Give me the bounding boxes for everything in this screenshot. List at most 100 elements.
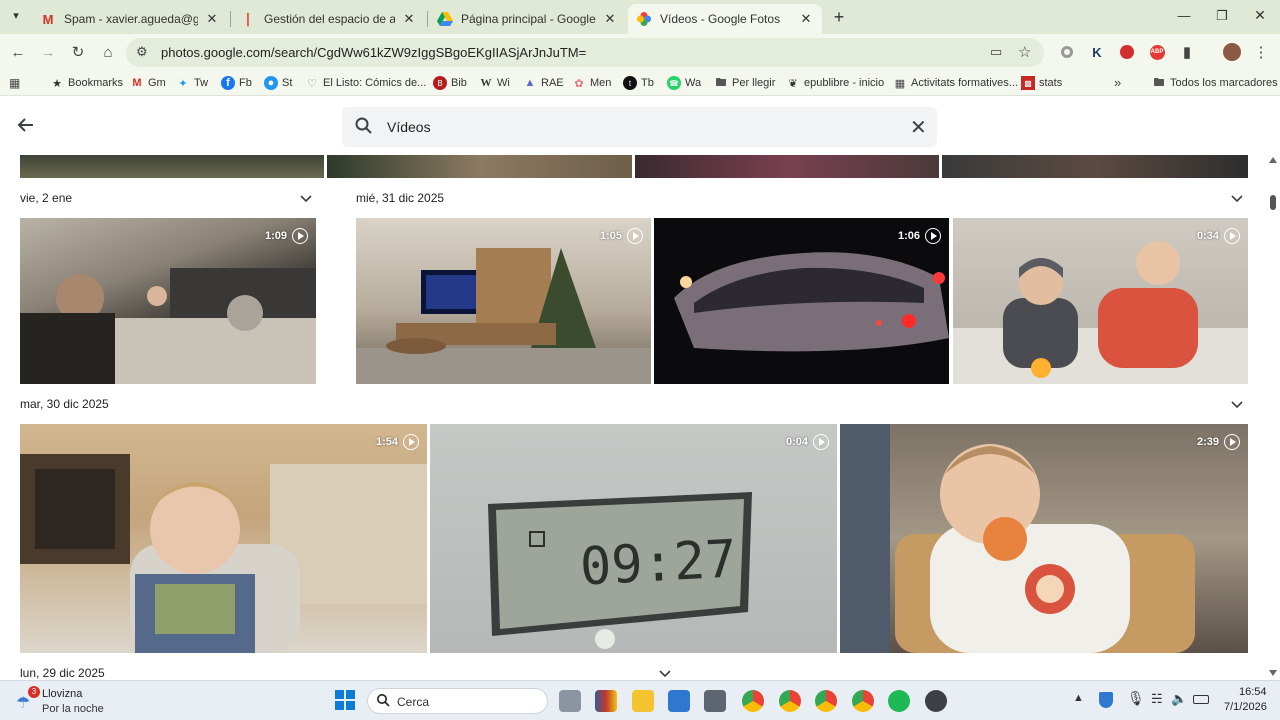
bookmark-item[interactable]: ✿ Men bbox=[572, 76, 611, 90]
weather-subtitle: Por la noche bbox=[42, 703, 104, 715]
chrome-active-icon[interactable] bbox=[779, 690, 801, 712]
chrome-profile-2-icon[interactable] bbox=[852, 690, 874, 712]
search-input[interactable]: Vídeos bbox=[387, 119, 431, 135]
video-thumbnail[interactable]: 0:34 bbox=[953, 218, 1248, 384]
page-scrollbar[interactable] bbox=[1266, 155, 1280, 680]
chevron-down-icon[interactable] bbox=[1230, 398, 1244, 412]
apps-grid-icon[interactable]: ▦ bbox=[9, 76, 20, 90]
bookmark-item[interactable]: ★ Bookmarks bbox=[50, 76, 123, 90]
library-app-icon[interactable] bbox=[595, 690, 617, 712]
bookmark-item[interactable]: ● St bbox=[264, 76, 292, 90]
restore-button[interactable]: ❐ bbox=[1214, 8, 1230, 24]
bookmark-item[interactable]: t Tb bbox=[623, 76, 654, 90]
extension-red-icon[interactable] bbox=[1117, 42, 1137, 62]
app-cd-icon[interactable] bbox=[704, 690, 726, 712]
close-icon[interactable]: ✕ bbox=[602, 11, 618, 27]
video-thumbnail[interactable]: 1:54 bbox=[20, 424, 427, 653]
chrome-profile-icon[interactable] bbox=[815, 690, 837, 712]
start-button[interactable] bbox=[335, 690, 355, 710]
store-icon[interactable] bbox=[668, 690, 690, 712]
back-arrow-button[interactable] bbox=[16, 115, 36, 140]
scroll-up-arrow-icon[interactable] bbox=[1269, 157, 1277, 163]
all-bookmarks-folder[interactable]: 🖿 Todos los marcadores bbox=[1152, 76, 1278, 90]
video-thumbnail[interactable]: 2:39 bbox=[840, 424, 1248, 653]
chevron-down-icon[interactable] bbox=[658, 667, 672, 681]
tab-google-drive[interactable]: Página principal - Google Drive ✕ bbox=[429, 4, 626, 34]
minimize-button[interactable]: — bbox=[1176, 8, 1192, 23]
chevron-down-icon[interactable] bbox=[299, 192, 313, 206]
extensions-puzzle-icon[interactable]: ▮ bbox=[1177, 42, 1197, 62]
new-tab-button[interactable]: + bbox=[830, 7, 848, 27]
video-thumbnail[interactable] bbox=[327, 155, 632, 178]
extension-circle-icon[interactable] bbox=[1057, 42, 1077, 62]
photos-search-bar[interactable]: Vídeos ✕ bbox=[342, 107, 937, 147]
show-hidden-icons-chevron-icon[interactable]: ▲ bbox=[1073, 692, 1084, 704]
gmail-icon: M bbox=[132, 77, 142, 89]
close-icon[interactable]: ✕ bbox=[798, 11, 814, 27]
video-thumbnail[interactable] bbox=[942, 155, 1248, 178]
battery-icon[interactable] bbox=[1193, 695, 1209, 704]
bookmark-item[interactable]: ✦ Tw bbox=[176, 76, 208, 90]
gmail-icon: M bbox=[42, 11, 54, 27]
reload-button[interactable]: ↻ bbox=[68, 42, 88, 62]
video-thumbnail[interactable] bbox=[635, 155, 939, 178]
app-dark-icon[interactable] bbox=[925, 690, 947, 712]
chrome-icon[interactable] bbox=[742, 690, 764, 712]
bookmark-item[interactable]: ❦ epublibre - inicio bbox=[786, 76, 884, 90]
video-thumbnail[interactable]: 1:09 bbox=[20, 218, 316, 384]
chevron-down-icon[interactable] bbox=[1230, 192, 1244, 206]
date-group-label: mar, 30 dic 2025 bbox=[20, 397, 109, 411]
bookmark-item[interactable]: ♡ El Listo: Cómics de... bbox=[305, 76, 426, 90]
security-shield-icon[interactable] bbox=[1099, 692, 1113, 708]
more-bookmarks-chevron-icon[interactable]: » bbox=[1114, 75, 1121, 90]
bookmark-item[interactable]: M Gm bbox=[130, 76, 165, 90]
tab-google-one[interactable]: ❘ Gestión del espacio de almacer ✕ bbox=[232, 4, 425, 34]
bookmark-item[interactable]: W Wi bbox=[479, 76, 510, 90]
clear-search-icon[interactable]: ✕ bbox=[910, 115, 927, 140]
tab-google-photos[interactable]: Vídeos - Google Fotos ✕ bbox=[628, 4, 822, 34]
search-icon[interactable] bbox=[354, 116, 374, 141]
bookmark-item[interactable]: ▦ Activitats formatives... bbox=[893, 76, 1018, 90]
profile-avatar[interactable] bbox=[1222, 42, 1242, 62]
forward-button[interactable]: → bbox=[38, 42, 58, 62]
weather-widget[interactable]: ☂ 3 Llovizna Por la noche bbox=[14, 685, 124, 717]
site-settings-icon[interactable]: ⚙ bbox=[136, 44, 148, 60]
bookmark-star-icon[interactable]: ☆ bbox=[1018, 43, 1031, 61]
wifi-icon[interactable]: ☵ bbox=[1151, 691, 1163, 707]
microphone-icon[interactable]: 🎙 bbox=[1127, 690, 1145, 707]
address-bar[interactable]: ⚙ photos.google.com/search/CgdWw61kZW9zI… bbox=[126, 38, 1044, 67]
bookmark-item[interactable]: ▲ RAE bbox=[523, 76, 564, 90]
task-view-icon[interactable] bbox=[559, 690, 581, 712]
video-thumbnail[interactable]: 09:27 0:04 bbox=[430, 424, 837, 653]
volume-icon[interactable]: 🔈 bbox=[1171, 691, 1187, 707]
tab-gmail[interactable]: M Spam - xavier.agueda@gmail.c ✕ bbox=[32, 4, 228, 34]
bookmark-item[interactable]: 🖿 Per llegir bbox=[714, 76, 776, 90]
clock-time[interactable]: 16:54 bbox=[1239, 686, 1267, 698]
bookmarks-bar: ▦ ★ Bookmarks M Gm ✦ Tw f Fb ● St ♡ El Listo: … bbox=[0, 71, 1280, 96]
adblock-icon[interactable]: ABP bbox=[1147, 42, 1167, 62]
close-icon[interactable]: ✕ bbox=[204, 11, 220, 27]
bookmark-item[interactable]: ☎ Wa bbox=[667, 76, 701, 90]
video-thumbnail[interactable]: 1:06 bbox=[654, 218, 949, 384]
clock-date[interactable]: 7/1/2026 bbox=[1224, 701, 1267, 713]
back-button[interactable]: ← bbox=[8, 42, 28, 62]
file-explorer-icon[interactable] bbox=[632, 690, 654, 712]
url-text[interactable]: photos.google.com/search/CgdWw61kZW9zIgg… bbox=[161, 45, 586, 60]
browser-menu-icon[interactable]: ⋮ bbox=[1251, 42, 1271, 62]
extension-k-icon[interactable]: K bbox=[1087, 42, 1107, 62]
close-window-button[interactable]: ✕ bbox=[1252, 7, 1268, 24]
play-icon bbox=[403, 434, 419, 450]
taskbar-search[interactable]: Cerca bbox=[367, 688, 548, 714]
bookmark-item[interactable]: f Fb bbox=[221, 76, 252, 90]
tab-search-chevron-icon[interactable]: ▾ bbox=[8, 9, 24, 25]
video-thumbnail[interactable] bbox=[20, 155, 324, 178]
scroll-down-arrow-icon[interactable] bbox=[1269, 670, 1277, 676]
scroll-thumb[interactable] bbox=[1270, 195, 1276, 210]
bookmark-item[interactable]: B Bib bbox=[433, 76, 467, 90]
home-button[interactable]: ⌂ bbox=[98, 42, 118, 62]
video-thumbnail[interactable]: 1:05 bbox=[356, 218, 651, 384]
spotify-icon[interactable] bbox=[888, 690, 910, 712]
bookmark-item[interactable]: ▩ stats bbox=[1021, 76, 1062, 90]
install-app-icon[interactable]: ▭ bbox=[990, 44, 1002, 60]
close-icon[interactable]: ✕ bbox=[401, 11, 417, 27]
